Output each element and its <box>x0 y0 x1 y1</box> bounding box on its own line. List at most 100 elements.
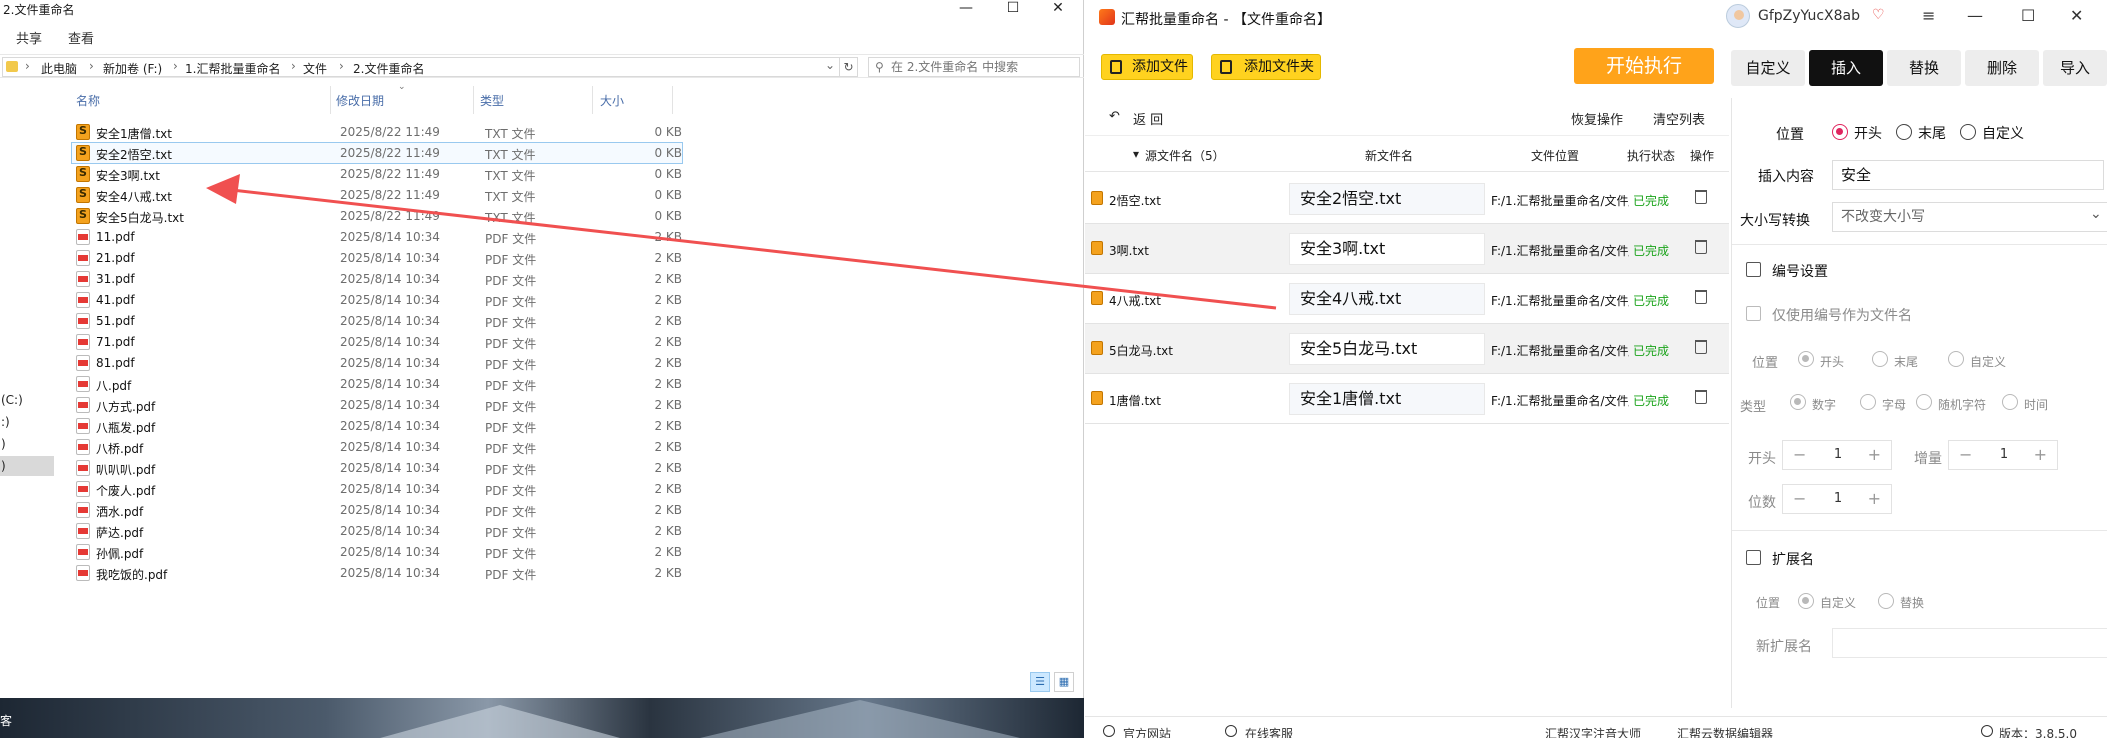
trash-icon[interactable] <box>1695 290 1707 304</box>
vip-heart-icon[interactable]: ♡ <box>1872 7 1885 23</box>
maximize-icon[interactable]: ☐ <box>993 0 1033 18</box>
file-row[interactable]: 31.pdf 2025/8/14 10:34 PDF 文件 2 KB <box>72 269 682 289</box>
column-divider[interactable] <box>330 86 331 114</box>
add-folder-button[interactable]: 添加文件夹 <box>1211 54 1321 80</box>
new-name-field[interactable]: 安全5白龙马.txt <box>1289 333 1485 365</box>
chevron-down-icon[interactable]: ⌄ <box>825 58 835 72</box>
plus-icon[interactable]: + <box>2034 445 2047 464</box>
refresh-icon[interactable]: ↻ <box>840 57 858 77</box>
table-row[interactable]: 2悟空.txt 安全2悟空.txt F:/1.汇帮批量重命名/文件/2.文件重命名已… <box>1085 174 1729 224</box>
add-file-button[interactable]: 添加文件 <box>1101 54 1193 80</box>
menu-icon[interactable]: ≡ <box>1922 6 1935 25</box>
file-row[interactable]: 11.pdf 2025/8/14 10:34 PDF 文件 2 KB <box>72 227 682 247</box>
search-input[interactable] <box>891 59 1076 75</box>
support-link[interactable]: 在线客服 <box>1245 725 1293 738</box>
type-number-radio[interactable] <box>1790 394 1806 410</box>
tab-replace[interactable]: 替换 <box>1887 50 1961 86</box>
num-position-start-radio[interactable] <box>1798 351 1814 367</box>
type-time-radio[interactable] <box>2002 394 2018 410</box>
search-box[interactable]: ⚲ <box>868 57 1080 77</box>
new-name-field[interactable]: 安全1唐僧.txt <box>1289 383 1485 415</box>
back-button[interactable]: 返 回 <box>1133 109 1163 128</box>
table-row[interactable]: 5白龙马.txt 安全5白龙马.txt F:/1.汇帮批量重命名/文件/2.文件重命… <box>1085 324 1729 374</box>
file-row[interactable]: 安全1唐僧.txt 2025/8/22 11:49 TXT 文件 0 KB <box>72 122 682 142</box>
column-divider[interactable] <box>592 86 593 114</box>
trash-icon[interactable] <box>1695 240 1707 254</box>
tab-insert[interactable]: 插入 <box>1809 50 1883 86</box>
minimize-icon[interactable]: — <box>946 0 986 18</box>
clear-list-button[interactable]: 清空列表 <box>1653 109 1705 128</box>
breadcrumb-this-pc[interactable]: 此电脑 <box>41 60 77 77</box>
table-row[interactable]: 4八戒.txt 安全4八戒.txt F:/1.汇帮批量重命名/文件/2.文件重命名已… <box>1085 274 1729 324</box>
ribbon-tab-share[interactable]: 共享 <box>16 28 42 47</box>
column-divider[interactable] <box>672 86 673 114</box>
avatar[interactable] <box>1726 4 1750 28</box>
position-end-radio[interactable] <box>1896 124 1912 140</box>
new-name-field[interactable]: 安全4八戒.txt <box>1289 283 1485 315</box>
only-number-checkbox[interactable] <box>1746 306 1761 321</box>
tool-link-data-editor[interactable]: 汇帮云数据编辑器 <box>1677 725 1773 738</box>
file-row[interactable]: 安全5白龙马.txt 2025/8/22 11:49 TXT 文件 0 KB <box>72 206 682 226</box>
breadcrumb-folder-rename[interactable]: 2.文件重命名 <box>353 60 424 77</box>
tab-delete[interactable]: 删除 <box>1965 50 2039 86</box>
header-source-name[interactable]: 源文件名（5） <box>1145 147 1225 164</box>
nav-item-drive[interactable]: ) <box>0 434 54 454</box>
minimize-icon[interactable]: — <box>1967 6 1983 25</box>
trash-icon[interactable] <box>1695 190 1707 204</box>
file-row[interactable]: 叭叭叭.pdf 2025/8/14 10:34 PDF 文件 2 KB <box>72 458 682 478</box>
nav-item-drive-c[interactable]: (C:) <box>0 390 54 410</box>
plus-icon[interactable]: + <box>1868 489 1881 508</box>
back-icon[interactable]: ↶ <box>1109 109 1120 124</box>
position-custom-radio[interactable] <box>1960 124 1976 140</box>
increment-stepper[interactable]: − 1 + <box>1948 440 2058 470</box>
column-header-type[interactable]: 类型 <box>480 92 504 109</box>
plus-icon[interactable]: + <box>1868 445 1881 464</box>
restore-button[interactable]: 恢复操作 <box>1571 109 1623 128</box>
num-position-custom-radio[interactable] <box>1948 351 1964 367</box>
close-icon[interactable]: ✕ <box>2070 6 2083 25</box>
details-view-icon[interactable]: ☰ <box>1030 672 1050 692</box>
address-box[interactable]: › 此电脑 › 新加卷 (F:) › 1.汇帮批量重命名 › 文件 › 2.文件… <box>2 57 840 77</box>
new-name-field[interactable]: 安全3啊.txt <box>1289 233 1485 265</box>
close-icon[interactable]: ✕ <box>1038 0 1078 18</box>
file-row[interactable]: 萨达.pdf 2025/8/14 10:34 PDF 文件 2 KB <box>72 521 682 541</box>
start-button[interactable]: 开始执行 <box>1574 48 1714 84</box>
start-stepper[interactable]: − 1 + <box>1782 440 1892 470</box>
chevron-down-icon[interactable]: ⌄ <box>2090 206 2102 222</box>
file-row[interactable]: 51.pdf 2025/8/14 10:34 PDF 文件 2 KB <box>72 311 682 331</box>
file-row[interactable]: 41.pdf 2025/8/14 10:34 PDF 文件 2 KB <box>72 290 682 310</box>
trash-icon[interactable] <box>1695 390 1707 404</box>
column-header-name[interactable]: 名称 <box>76 92 100 109</box>
ribbon-tab-view[interactable]: 查看 <box>68 28 94 47</box>
table-row[interactable]: 3啊.txt 安全3啊.txt F:/1.汇帮批量重命名/文件/2.文件重命名已完成 <box>1085 224 1729 274</box>
new-name-field[interactable]: 安全2悟空.txt <box>1289 183 1485 215</box>
column-header-size[interactable]: 大小 <box>600 92 624 109</box>
breadcrumb-folder-1[interactable]: 1.汇帮批量重命名 <box>185 60 280 77</box>
digits-stepper[interactable]: − 1 + <box>1782 484 1892 514</box>
file-row[interactable]: 71.pdf 2025/8/14 10:34 PDF 文件 2 KB <box>72 332 682 352</box>
new-extension-input[interactable] <box>1832 628 2107 658</box>
sort-down-icon[interactable]: ▾ <box>1133 147 1139 161</box>
file-row[interactable]: 安全3啊.txt 2025/8/22 11:49 TXT 文件 0 KB <box>72 164 682 184</box>
trash-icon[interactable] <box>1695 340 1707 354</box>
username[interactable]: GfpZyYucX8ab <box>1758 8 1860 24</box>
file-row[interactable]: 八方式.pdf 2025/8/14 10:34 PDF 文件 2 KB <box>72 395 682 415</box>
breadcrumb-folder-files[interactable]: 文件 <box>303 60 327 77</box>
ext-replace-radio[interactable] <box>1878 593 1894 609</box>
numbering-checkbox[interactable] <box>1746 262 1761 277</box>
tool-link-pinyin[interactable]: 汇帮汉字注音大师 <box>1545 725 1641 738</box>
tab-custom[interactable]: 自定义 <box>1731 50 1805 86</box>
file-row[interactable]: 我吃饭的.pdf 2025/8/14 10:34 PDF 文件 2 KB <box>72 563 682 583</box>
file-row[interactable]: 安全4八戒.txt 2025/8/22 11:49 TXT 文件 0 KB <box>72 185 682 205</box>
maximize-icon[interactable]: ☐ <box>2021 6 2035 25</box>
column-divider[interactable] <box>473 86 474 114</box>
ext-custom-radio[interactable] <box>1798 593 1814 609</box>
tab-import[interactable]: 导入 <box>2043 50 2107 86</box>
file-row[interactable]: 八瓶发.pdf 2025/8/14 10:34 PDF 文件 2 KB <box>72 416 682 436</box>
file-row[interactable]: 21.pdf 2025/8/14 10:34 PDF 文件 2 KB <box>72 248 682 268</box>
type-random-radio[interactable] <box>1916 394 1932 410</box>
file-row[interactable]: 81.pdf 2025/8/14 10:34 PDF 文件 2 KB <box>72 353 682 373</box>
position-start-radio[interactable] <box>1832 124 1848 140</box>
file-row[interactable]: 八桥.pdf 2025/8/14 10:34 PDF 文件 2 KB <box>72 437 682 457</box>
large-icons-view-icon[interactable]: ▦ <box>1054 672 1074 692</box>
